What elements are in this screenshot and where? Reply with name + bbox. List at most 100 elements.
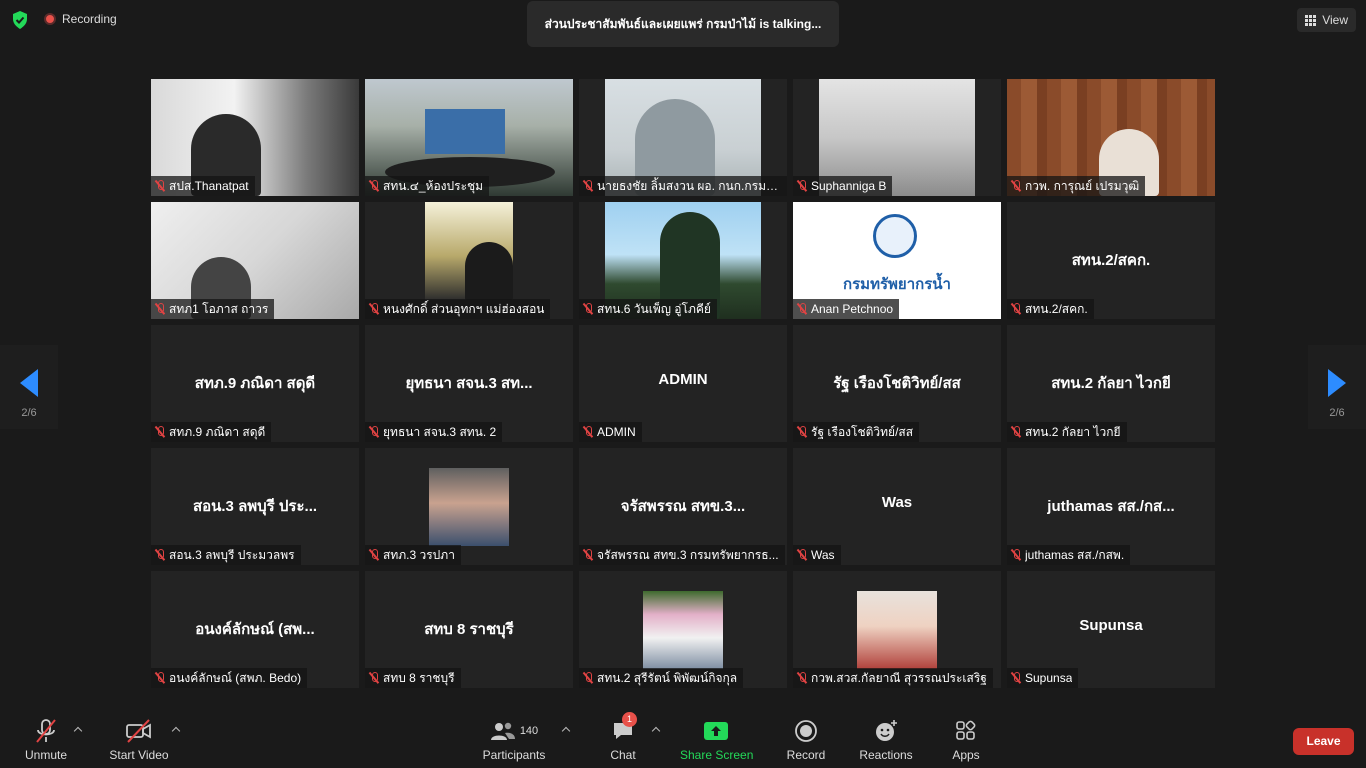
participant-tile[interactable]: อนงค์ลักษณ์ (สพ... อนงค์ลักษณ์ (สพภ. Bed… <box>151 571 359 688</box>
participants-button[interactable]: 140 Participants <box>482 718 546 762</box>
chat-options-caret-icon[interactable] <box>651 726 661 736</box>
participant-tile[interactable]: สทน.6 วันเพ็ญ อู่โภคีย์ <box>579 202 787 319</box>
meeting-toolbar: Unmute Start Video 140 Participants 1 Ch… <box>0 708 1366 768</box>
participant-display-name: สอน.3 ลพบุรี ประ... <box>192 498 318 515</box>
shield-check-icon[interactable] <box>10 10 30 30</box>
page-indicator-left: 2/6 <box>21 407 37 419</box>
mic-muted-icon <box>369 426 379 438</box>
reactions-button[interactable]: Reactions <box>858 718 914 762</box>
participant-name-label: juthamas สส./กสพ. <box>1007 545 1131 565</box>
participant-tile[interactable]: สทน.2 สุรีรัตน์ พิพัฒน์กิจกุล <box>579 571 787 688</box>
participant-display-name: Was <box>881 494 913 511</box>
participant-tile[interactable]: Was Was <box>793 448 1001 565</box>
participant-tile[interactable]: จรัสพรรณ สทข.3... จรัสพรรณ สทข.3 กรมทรัพ… <box>579 448 787 565</box>
participant-tile[interactable]: สทภ.9 ภณิดา สดุดี สทภ.9 ภณิดา สดุดี <box>151 325 359 442</box>
participant-name-label: สทภ.3 วรปภา <box>365 545 461 565</box>
leave-button[interactable]: Leave <box>1293 728 1354 755</box>
apps-icon <box>956 720 976 740</box>
participant-name-label: กวพ. การุณย์ เปรมวุฒิ <box>1007 176 1146 196</box>
video-feed <box>425 202 513 300</box>
grid-view-icon <box>1305 14 1317 26</box>
mic-muted-icon <box>369 549 379 561</box>
participant-name-label: ADMIN <box>579 422 642 442</box>
apps-button[interactable]: Apps <box>946 718 986 762</box>
participant-tile[interactable]: รัฐ เรืองโชติวิทย์/สส รัฐ เรืองโชติวิทย์… <box>793 325 1001 442</box>
previous-page-button[interactable]: 2/6 <box>0 345 58 429</box>
next-page-button[interactable]: 2/6 <box>1308 345 1366 429</box>
arrow-right-icon <box>1328 369 1346 397</box>
participant-tile[interactable]: กวพ. การุณย์ เปรมวุฒิ <box>1007 79 1215 196</box>
video-camera-off-icon <box>126 719 151 743</box>
chat-button[interactable]: 1 Chat <box>604 712 642 762</box>
start-video-button[interactable]: Start Video <box>109 718 169 762</box>
participant-display-name: สทน.2 กัลยา ไวกยี <box>1051 375 1171 392</box>
mic-muted-icon <box>797 426 807 438</box>
mic-muted-icon <box>155 549 165 561</box>
participant-tile[interactable]: นายธงชัย ลิ้มสงวน ผอ. กนก.กรมท... <box>579 79 787 196</box>
share-screen-label: Share Screen <box>680 748 754 762</box>
participant-name-label: สอน.3 ลพบุรี ประมวลพร <box>151 545 301 565</box>
participant-display-name: juthamas สส./กส... <box>1047 498 1175 515</box>
participant-tile[interactable]: สทภ1 โอภาส ถาวร <box>151 202 359 319</box>
participant-tile[interactable]: สทบ 8 ราชบุรี สทบ 8 ราชบุรี <box>365 571 573 688</box>
mic-muted-icon <box>155 303 165 315</box>
view-button[interactable]: View <box>1297 8 1356 32</box>
participant-name-label: สทบ 8 ราชบุรี <box>365 668 461 688</box>
participant-tile[interactable]: Supunsa Supunsa <box>1007 571 1215 688</box>
participant-display-name: ยุทธนา สจน.3 สท... <box>405 375 533 392</box>
participant-tile[interactable]: หนงศักดิ์ ส่วนอุทกฯ แม่ฮ่องสอน <box>365 202 573 319</box>
participant-name-label: สทภ1 โอภาส ถาวร <box>151 299 275 319</box>
participants-icon <box>490 722 515 740</box>
department-seal-icon <box>873 214 917 258</box>
participant-tile[interactable]: สอน.3 ลพบุรี ประ... สอน.3 ลพบุรี ประมวลพ… <box>151 448 359 565</box>
mic-muted-icon <box>583 672 593 684</box>
participant-display-name: Supunsa <box>1079 617 1143 634</box>
reactions-label: Reactions <box>859 748 913 762</box>
mic-muted-icon <box>1011 426 1021 438</box>
mic-muted-icon <box>155 426 165 438</box>
participant-display-name: สทภ.9 ภณิดา สดุดี <box>194 375 316 392</box>
participant-tile[interactable]: juthamas สส./กส... juthamas สส./กสพ. <box>1007 448 1215 565</box>
mic-muted-icon <box>155 672 165 684</box>
unmute-button[interactable]: Unmute <box>24 718 68 762</box>
recording-label: Recording <box>62 12 117 26</box>
mic-muted-icon <box>583 180 593 192</box>
share-screen-button[interactable]: Share Screen <box>680 718 754 762</box>
chat-unread-badge: 1 <box>622 712 637 727</box>
participants-label: Participants <box>482 748 546 762</box>
participant-name-label: สทน.2 กัลยา ไวกยี <box>1007 422 1127 442</box>
mic-muted-icon <box>797 672 807 684</box>
participants-options-caret-icon[interactable] <box>561 726 571 736</box>
record-button[interactable]: Record <box>786 718 826 762</box>
audio-options-caret-icon[interactable] <box>73 726 83 736</box>
view-label: View <box>1322 13 1348 27</box>
participant-tile[interactable]: สปส.Thanatpat <box>151 79 359 196</box>
microphone-muted-icon <box>36 719 56 743</box>
recording-indicator[interactable]: Recording <box>44 12 117 26</box>
participant-tile[interactable]: สทน.2 กัลยา ไวกยี สทน.2 กัลยา ไวกยี <box>1007 325 1215 442</box>
mic-muted-icon <box>369 672 379 684</box>
participant-name-label: ยุทธนา สจน.3 สทน. 2 <box>365 422 503 442</box>
participant-name-label: Suphanniga B <box>793 176 893 196</box>
apps-label: Apps <box>952 748 980 762</box>
participant-name-label: Supunsa <box>1007 668 1079 688</box>
profile-picture <box>643 591 723 669</box>
participant-tile[interactable]: สทน.2/สคก. สทน.2/สคก. <box>1007 202 1215 319</box>
reactions-smiley-icon <box>876 720 897 741</box>
video-options-caret-icon[interactable] <box>171 726 181 736</box>
participant-name-label: นายธงชัย ลิ้มสงวน ผอ. กนก.กรมท... <box>579 176 787 196</box>
mic-muted-icon <box>583 303 593 315</box>
mic-muted-icon <box>797 549 807 561</box>
participant-name-label: หนงศักดิ์ ส่วนอุทกฯ แม่ฮ่องสอน <box>365 299 551 319</box>
participant-name-label: สทน.๔_ห้องประชุม <box>365 176 490 196</box>
participant-tile[interactable]: กวพ.สวส.กัลยาณี สุวรรณประเสริฐ <box>793 571 1001 688</box>
participant-tile[interactable]: ยุทธนา สจน.3 สท... ยุทธนา สจน.3 สทน. 2 <box>365 325 573 442</box>
participant-tile[interactable]: สทภ.3 วรปภา <box>365 448 573 565</box>
mic-muted-icon <box>1011 303 1021 315</box>
record-dot-icon <box>44 13 56 25</box>
participant-tile[interactable]: สทน.๔_ห้องประชุม <box>365 79 573 196</box>
participant-tile[interactable]: Suphanniga B <box>793 79 1001 196</box>
participant-tile[interactable]: ADMIN ADMIN <box>579 325 787 442</box>
participant-name-label: กวพ.สวส.กัลยาณี สุวรรณประเสริฐ <box>793 668 993 688</box>
participant-tile[interactable]: กรมทรัพยากรน้ำ Anan Petchnoo <box>793 202 1001 319</box>
